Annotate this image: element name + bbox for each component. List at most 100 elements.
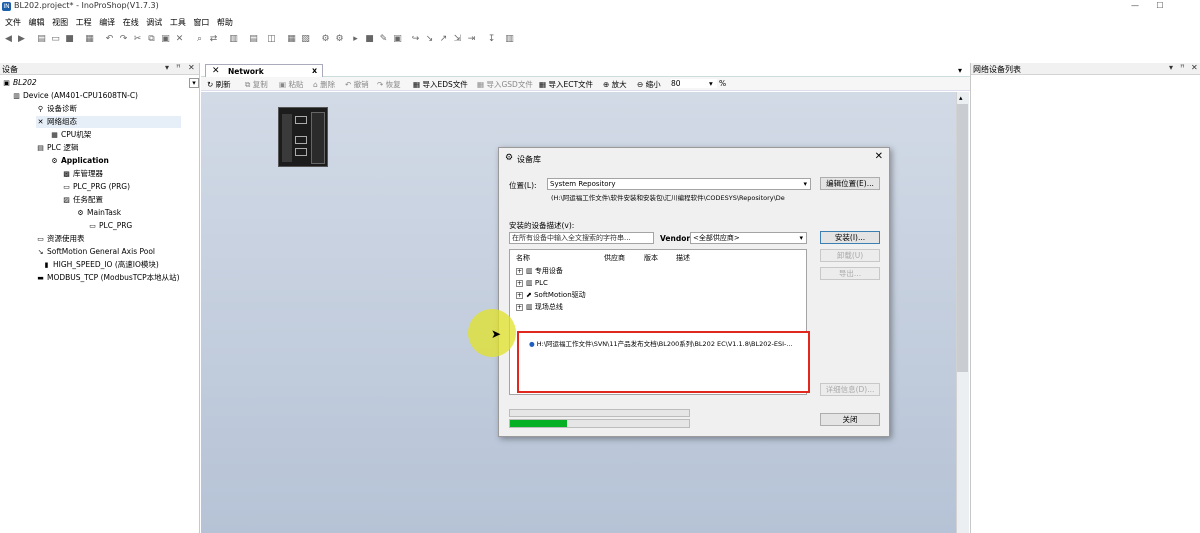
- list-item[interactable]: + ▥ PLC: [516, 278, 548, 289]
- step-cursor-icon[interactable]: ⇲: [452, 34, 463, 45]
- delete-icon[interactable]: ✕: [174, 34, 185, 45]
- tree-device[interactable]: ▥ Device (AM401-CPU1608TN-C): [12, 90, 138, 102]
- net-panel-pin-icon[interactable]: ꟸ: [1180, 63, 1185, 72]
- expand-icon[interactable]: +: [516, 303, 523, 311]
- menu-window[interactable]: 窗口: [193, 16, 209, 29]
- find-icon[interactable]: ⌕: [194, 34, 205, 45]
- compile-icon[interactable]: ▦: [286, 34, 297, 45]
- run-icon[interactable]: ▸: [350, 34, 361, 45]
- tree-high-speed-io[interactable]: ▮ HIGH_SPEED_IO (高速IO模块): [42, 259, 159, 271]
- dialog-close-icon[interactable]: ✕: [875, 151, 883, 162]
- tree-main-task[interactable]: ⚙ MainTask: [76, 207, 121, 219]
- menu-edit[interactable]: 编辑: [29, 16, 45, 29]
- cut-icon[interactable]: ✂: [132, 34, 143, 45]
- add-object-icon[interactable]: ◫: [266, 34, 277, 45]
- net-panel-dropdown-icon[interactable]: ▾: [1169, 63, 1173, 72]
- delete-button[interactable]: ⌂ 删除: [313, 79, 335, 90]
- uninstall-button[interactable]: 卸载(U): [820, 249, 880, 262]
- expand-icon[interactable]: +: [516, 291, 523, 299]
- tree-resource-usage[interactable]: ▭ 资源使用表: [36, 233, 84, 245]
- list-item[interactable]: + ⬈ SoftMotion驱动: [516, 290, 586, 301]
- tree-plc-logic[interactable]: ▤ PLC 逻辑: [36, 142, 78, 154]
- tree-scroll-down-icon[interactable]: ▾: [189, 78, 199, 88]
- panel-close-icon[interactable]: ✕: [188, 63, 195, 72]
- undo-button[interactable]: ↶ 撤销: [345, 79, 369, 90]
- menu-project[interactable]: 工程: [76, 16, 92, 29]
- step-into-icon[interactable]: ↘: [424, 34, 435, 45]
- refresh-button[interactable]: ↻ 刷新: [207, 79, 231, 90]
- zoom-out-button[interactable]: ⊖ 缩小: [637, 79, 661, 90]
- print-icon[interactable]: ▦: [84, 34, 95, 45]
- tree-modbus-tcp[interactable]: ▬ MODBUS_TCP (ModbusTCP本地从站): [36, 272, 179, 284]
- tree-cpu-rack[interactable]: ▦ CPU机架: [50, 129, 91, 141]
- stop-icon[interactable]: ■: [364, 34, 375, 45]
- plc-device-graphic[interactable]: [278, 107, 328, 167]
- tab-list-dropdown-icon[interactable]: ▾: [958, 66, 962, 75]
- edit-location-button[interactable]: 编辑位置(E)...: [820, 177, 880, 190]
- location-select[interactable]: System Repository ▾: [547, 178, 811, 190]
- net-panel-close-icon[interactable]: ✕: [1191, 63, 1198, 72]
- back-icon[interactable]: ◀: [3, 34, 14, 45]
- zoom-in-button[interactable]: ⊕ 放大: [603, 79, 627, 90]
- tree-project[interactable]: ▣ BL202: [2, 77, 36, 89]
- export-button[interactable]: 导出...: [820, 267, 880, 280]
- step-over-icon[interactable]: ↪: [410, 34, 421, 45]
- vendor-select[interactable]: <全部供应商> ▾: [690, 232, 807, 244]
- menu-file[interactable]: 文件: [5, 16, 21, 29]
- import-gsd-button[interactable]: ▦ 导入GSD文件: [477, 79, 533, 90]
- generate-icon[interactable]: ▧: [300, 34, 311, 45]
- tree-task-config[interactable]: ▨ 任务配置: [62, 194, 103, 206]
- import-eds-button[interactable]: ▦ 导入EDS文件: [413, 79, 468, 90]
- redo-button[interactable]: ↷ 恢复: [377, 79, 401, 90]
- tree-softmotion-pool[interactable]: ↘ SoftMotion General Axis Pool: [36, 246, 155, 258]
- expand-icon[interactable]: +: [516, 279, 523, 287]
- undo-icon[interactable]: ↶: [104, 34, 115, 45]
- step-out-icon[interactable]: ↗: [438, 34, 449, 45]
- tree-device-diagnosis[interactable]: ⚲ 设备诊断: [36, 103, 77, 115]
- open-folder-icon[interactable]: ▭: [50, 34, 61, 45]
- redo-icon[interactable]: ↷: [118, 34, 129, 45]
- tab-close-button[interactable]: x: [312, 66, 317, 75]
- menu-view[interactable]: 视图: [52, 16, 68, 29]
- save-icon[interactable]: ■: [64, 34, 75, 45]
- menu-build[interactable]: 编译: [99, 16, 115, 29]
- reset-icon[interactable]: ✎: [378, 34, 389, 45]
- write-values-icon[interactable]: ↧: [486, 34, 497, 45]
- breakpoint-icon[interactable]: ▣: [392, 34, 403, 45]
- panel-dropdown-icon[interactable]: ▾: [165, 63, 169, 72]
- zoom-select[interactable]: 80 ▾: [671, 79, 717, 88]
- replace-icon[interactable]: ⇄: [208, 34, 219, 45]
- tree-library-manager[interactable]: ▩ 库管理器: [62, 168, 103, 180]
- tree-application[interactable]: ⚙ Application: [50, 155, 108, 167]
- install-button[interactable]: 安装(I)...: [820, 231, 880, 244]
- scroll-up-icon[interactable]: ▴: [959, 94, 963, 102]
- menu-debug[interactable]: 调试: [146, 16, 162, 29]
- copy-button[interactable]: ⧉ 复制: [245, 79, 268, 90]
- login-icon[interactable]: ⚙: [320, 34, 331, 45]
- tree-plc-prg[interactable]: ▭ PLC_PRG (PRG): [62, 181, 130, 193]
- expand-icon[interactable]: +: [516, 267, 523, 275]
- maximize-button[interactable]: ☐: [1146, 0, 1174, 13]
- bookmark-icon[interactable]: ▥: [504, 34, 515, 45]
- tab-network-configuration[interactable]: ✕ Network Configuration x: [205, 64, 323, 85]
- canvas-scroll-thumb[interactable]: [957, 104, 968, 372]
- new-file-icon[interactable]: ▤: [36, 34, 47, 45]
- build-icon[interactable]: ▥: [228, 34, 239, 45]
- set-next-icon[interactable]: ⇥: [466, 34, 477, 45]
- search-input[interactable]: 在所有设备中输入全文搜索的字符串...: [509, 232, 654, 244]
- menu-online[interactable]: 在线: [123, 16, 139, 29]
- insert-icon[interactable]: ▤: [248, 34, 259, 45]
- import-ect-button[interactable]: ▦ 导入ECT文件: [539, 79, 593, 90]
- paste-button[interactable]: ▣ 粘贴: [279, 79, 303, 90]
- details-button[interactable]: 详细信息(D)...: [820, 383, 880, 396]
- minimize-button[interactable]: —: [1121, 0, 1149, 13]
- panel-pin-icon[interactable]: ꟸ: [176, 63, 181, 72]
- tree-network-config[interactable]: ✕ 网络组态: [36, 116, 181, 128]
- menu-help[interactable]: 帮助: [217, 16, 233, 29]
- tree-plc-prg-call[interactable]: ▭ PLC_PRG: [88, 220, 132, 232]
- forward-icon[interactable]: ▶: [16, 34, 27, 45]
- close-button[interactable]: 关闭: [820, 413, 880, 426]
- list-item[interactable]: + ▥ 现场总线: [516, 302, 563, 313]
- copy-icon[interactable]: ⧉: [146, 34, 157, 45]
- list-item[interactable]: + ▥ 专用设备: [516, 266, 563, 277]
